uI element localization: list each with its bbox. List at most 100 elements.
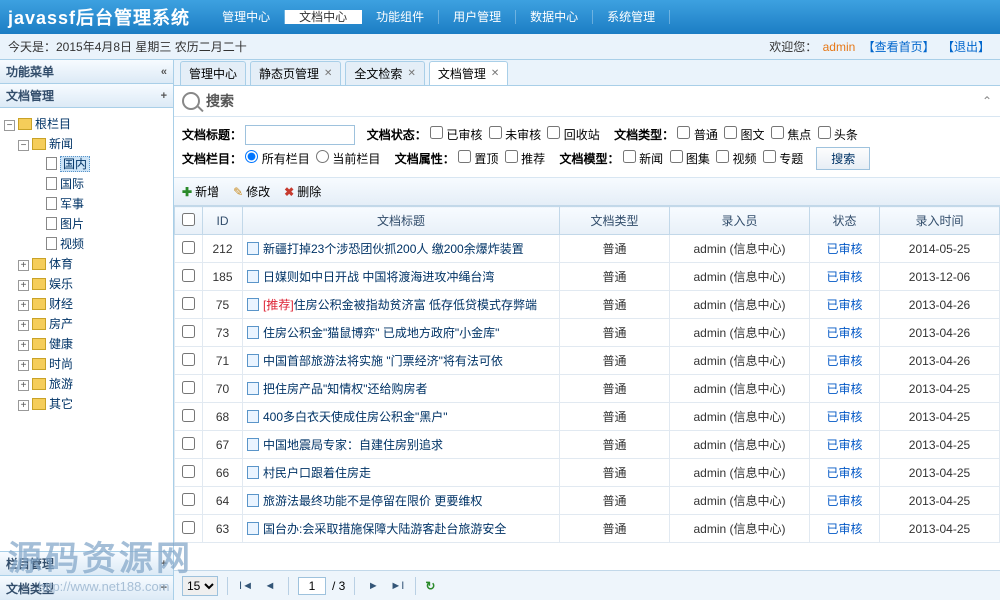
cell-date: 2014-05-25: [880, 235, 1000, 263]
cell-date: 2013-04-25: [880, 515, 1000, 543]
search-button[interactable]: 搜索: [816, 147, 870, 170]
first-page-button[interactable]: I◄: [237, 577, 255, 595]
row-checkbox[interactable]: [182, 269, 195, 282]
next-page-button[interactable]: ►: [364, 577, 382, 595]
title-link[interactable]: 旅游法最终功能不是停留在限价 更要维权: [263, 494, 482, 508]
tab-2[interactable]: 全文检索✕: [345, 61, 424, 85]
home-link[interactable]: 【查看首页】: [863, 40, 935, 54]
nav-3[interactable]: 用户管理: [439, 10, 516, 24]
title-link[interactable]: 住房公积金被指劫贫济富 低存低贷模式存弊端: [294, 298, 537, 312]
tree-leaf[interactable]: 国际: [4, 174, 169, 194]
cell-id: 67: [203, 431, 243, 459]
table-row[interactable]: 70把住房产品"知情权"还给购房者普通admin (信息中心)已审核2013-0…: [175, 375, 1000, 403]
title-link[interactable]: 把住房产品"知情权"还给购房者: [263, 382, 428, 396]
cell-title: 旅游法最终功能不是停留在限价 更要维权: [243, 487, 560, 515]
collapse-panel-icon[interactable]: ⌃: [982, 94, 992, 108]
cell-id: 212: [203, 235, 243, 263]
add-button[interactable]: ✚新增: [182, 183, 219, 200]
close-icon[interactable]: ✕: [491, 68, 499, 79]
nav-1[interactable]: 文档中心: [285, 10, 362, 24]
cell-date: 2013-12-06: [880, 263, 1000, 291]
add-icon[interactable]: +: [161, 90, 167, 102]
cell-date: 2013-04-26: [880, 291, 1000, 319]
table-row[interactable]: 212新疆打掉23个涉恐团伙抓200人 缴200余爆炸装置普通admin (信息…: [175, 235, 1000, 263]
page-size-select[interactable]: 15: [182, 576, 218, 596]
title-link[interactable]: 400多白衣天使成住房公积金"黑户": [263, 410, 448, 424]
row-checkbox[interactable]: [182, 521, 195, 534]
tree-node[interactable]: +其它: [4, 394, 169, 414]
title-link[interactable]: 日媒则如中日开战 中国将渡海进攻冲绳台湾: [263, 270, 494, 284]
doc-icon: [247, 522, 259, 535]
tab-3[interactable]: 文档管理✕: [429, 61, 508, 85]
prev-page-button[interactable]: ◄: [261, 577, 279, 595]
nav-4[interactable]: 数据中心: [516, 10, 593, 24]
collapse-icon[interactable]: «: [161, 66, 167, 78]
row-checkbox[interactable]: [182, 353, 195, 366]
sidebar-foot-types[interactable]: 文档类型+: [0, 576, 173, 600]
title-link[interactable]: 住房公积金"猫鼠博弈" 已成地方政府"小金库": [263, 326, 499, 340]
pencil-icon: ✎: [233, 185, 243, 199]
tree-node[interactable]: +财经: [4, 294, 169, 314]
tree-node[interactable]: +娱乐: [4, 274, 169, 294]
row-checkbox[interactable]: [182, 409, 195, 422]
row-checkbox[interactable]: [182, 493, 195, 506]
nav-5[interactable]: 系统管理: [593, 10, 670, 24]
tree-leaf[interactable]: 国内: [4, 154, 169, 174]
tree-leaf[interactable]: 军事: [4, 194, 169, 214]
table-row[interactable]: 68400多白衣天使成住房公积金"黑户"普通admin (信息中心)已审核201…: [175, 403, 1000, 431]
row-checkbox[interactable]: [182, 241, 195, 254]
table-row[interactable]: 64旅游法最终功能不是停留在限价 更要维权普通admin (信息中心)已审核20…: [175, 487, 1000, 515]
sidebar-foot-cols[interactable]: 栏目管理+: [0, 552, 173, 576]
title-link[interactable]: 中国首部旅游法将实施 "门票经济"将有法可依: [263, 354, 503, 368]
table-row[interactable]: 71中国首部旅游法将实施 "门票经济"将有法可依普通admin (信息中心)已审…: [175, 347, 1000, 375]
cell-type: 普通: [560, 347, 670, 375]
last-page-button[interactable]: ►I: [388, 577, 406, 595]
select-all-checkbox[interactable]: [182, 213, 195, 226]
row-checkbox[interactable]: [182, 325, 195, 338]
cell-date: 2013-04-25: [880, 375, 1000, 403]
tree-leaf[interactable]: 图片: [4, 214, 169, 234]
delete-button[interactable]: ✖删除: [284, 183, 321, 200]
table-row[interactable]: 185日媒则如中日开战 中国将渡海进攻冲绳台湾普通admin (信息中心)已审核…: [175, 263, 1000, 291]
table-row[interactable]: 73住房公积金"猫鼠博弈" 已成地方政府"小金库"普通admin (信息中心)已…: [175, 319, 1000, 347]
title-link[interactable]: 国台办:会采取措施保障大陆游客赴台旅游安全: [263, 522, 506, 536]
close-icon[interactable]: ✕: [324, 68, 332, 79]
cell-id: 75: [203, 291, 243, 319]
row-checkbox[interactable]: [182, 297, 195, 310]
title-link[interactable]: 新疆打掉23个涉恐团伙抓200人 缴200余爆炸装置: [263, 242, 524, 256]
tree-node[interactable]: +房产: [4, 314, 169, 334]
tree-node[interactable]: +体育: [4, 254, 169, 274]
tree-node[interactable]: +旅游: [4, 374, 169, 394]
title-input[interactable]: [245, 125, 355, 145]
table-row[interactable]: 67中国地震局专家：自建住房别追求普通admin (信息中心)已审核2013-0…: [175, 431, 1000, 459]
title-link[interactable]: 中国地震局专家：自建住房别追求: [263, 438, 443, 452]
edit-button[interactable]: ✎修改: [233, 183, 270, 200]
user-link[interactable]: admin: [823, 40, 856, 54]
doc-icon: [247, 242, 259, 255]
tree-leaf[interactable]: 视频: [4, 234, 169, 254]
nav-2[interactable]: 功能组件: [362, 10, 439, 24]
row-checkbox[interactable]: [182, 465, 195, 478]
cell-user: admin (信息中心): [670, 459, 810, 487]
tab-0[interactable]: 管理中心: [180, 61, 246, 85]
cell-title: 400多白衣天使成住房公积金"黑户": [243, 403, 560, 431]
row-checkbox[interactable]: [182, 437, 195, 450]
toolbar: ✚新增 ✎修改 ✖删除: [174, 178, 1000, 206]
cell-status: 已审核: [810, 515, 880, 543]
logout-link[interactable]: 【退出】: [942, 40, 990, 54]
table-row[interactable]: 66村民户口跟着住房走普通admin (信息中心)已审核2013-04-25: [175, 459, 1000, 487]
nav-0[interactable]: 管理中心: [208, 10, 285, 24]
tab-1[interactable]: 静态页管理✕: [250, 61, 341, 85]
close-icon[interactable]: ✕: [407, 68, 415, 79]
table-row[interactable]: 75[推荐]住房公积金被指劫贫济富 低存低贷模式存弊端普通admin (信息中心…: [175, 291, 1000, 319]
tree-node[interactable]: +健康: [4, 334, 169, 354]
table-row[interactable]: 63国台办:会采取措施保障大陆游客赴台旅游安全普通admin (信息中心)已审核…: [175, 515, 1000, 543]
cell-title: 把住房产品"知情权"还给购房者: [243, 375, 560, 403]
row-checkbox[interactable]: [182, 381, 195, 394]
doc-icon: [247, 382, 259, 395]
title-link[interactable]: 村民户口跟着住房走: [263, 466, 371, 480]
sidebar-section-header[interactable]: 文档管理 +: [0, 84, 173, 108]
refresh-icon[interactable]: ↻: [425, 579, 435, 593]
tree-node[interactable]: +时尚: [4, 354, 169, 374]
page-input[interactable]: [298, 577, 326, 595]
